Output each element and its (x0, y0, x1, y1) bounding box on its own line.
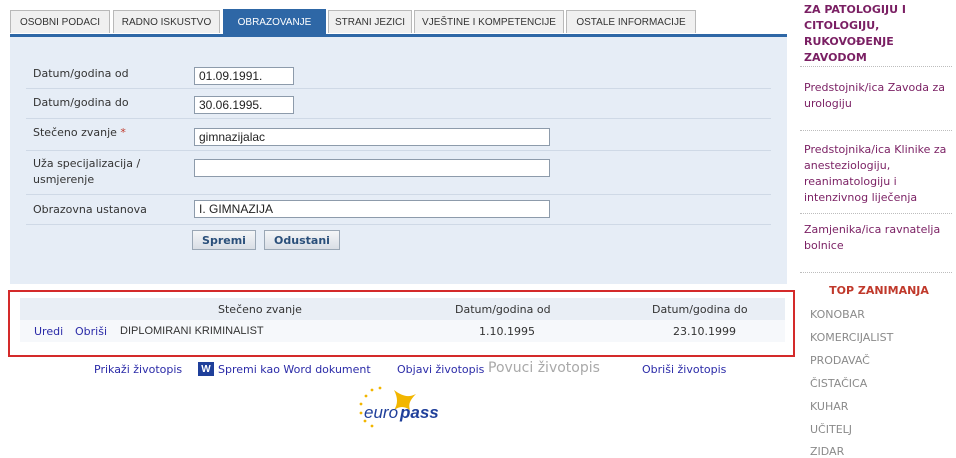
sidebar-divider (800, 272, 952, 273)
sidebar-divider (800, 213, 952, 214)
cancel-button[interactable]: Odustani (264, 230, 340, 250)
results-highlight-box (8, 290, 795, 357)
title-label: Stečeno zvanje * (33, 125, 126, 141)
job-link[interactable]: KOMERCIJALIST (810, 331, 893, 344)
form-row-date-from (26, 58, 771, 89)
europass-logo-text-pass: pass (399, 403, 439, 422)
title-input[interactable]: gimnazijalac (194, 128, 550, 146)
save-as-word-link[interactable]: Spremi kao Word dokument (218, 363, 371, 376)
tab-ostale-informacije[interactable]: OSTALE INFORMACIJE (566, 10, 696, 33)
job-link[interactable]: ČISTAČICA (810, 377, 867, 390)
sidebar-divider (800, 130, 952, 131)
title-label-text: Stečeno zvanje (33, 126, 117, 139)
specialization-label-line1: Uža specijalizacija / (33, 157, 141, 170)
tab-radno-iskustvo[interactable]: RADNO ISKUSTVO (113, 10, 220, 33)
form-row-date-to (26, 88, 771, 119)
specialization-input[interactable] (194, 159, 550, 177)
date-to-label: Datum/godina do (33, 96, 129, 109)
date-from-input[interactable]: 01.09.1991. (194, 67, 294, 85)
sidebar-link-anesteziologija[interactable]: Predstojnika/ica Klinike za anesteziolog… (804, 142, 954, 206)
tab-vjestine[interactable]: VJEŠTINE I KOMPETENCIJE (414, 10, 564, 33)
job-link[interactable]: KUHAR (810, 400, 848, 413)
specialization-label: Uža specijalizacija / usmjerenje (33, 156, 140, 188)
delete-cv-link[interactable]: Obriši životopis (642, 363, 726, 376)
institution-input[interactable]: I. GIMNAZIJA (194, 200, 550, 218)
sidebar-link-top[interactable]: ZA PATOLOGIJU I CITOLOGIJU, RUKOVOĐENJE … (804, 2, 954, 66)
sidebar-link-urologija[interactable]: Predstojnik/ica Zavoda za urologiju (804, 80, 954, 112)
save-button[interactable]: Spremi (192, 230, 256, 250)
top-jobs-title: TOP ZANIMANJA (829, 284, 929, 297)
tab-strani-jezici[interactable]: STRANI JEZICI (328, 10, 412, 33)
institution-label: Obrazovna ustanova (33, 203, 147, 216)
job-link[interactable]: ZIDAR (810, 445, 844, 458)
job-link[interactable]: PRODAVAČ (810, 354, 870, 367)
tab-osobni-podaci[interactable]: OSOBNI PODACI (10, 10, 110, 33)
europass-logo: euro pass (350, 382, 470, 432)
sidebar-divider (800, 66, 952, 67)
job-link[interactable]: UČITELJ (810, 423, 852, 436)
show-cv-link[interactable]: Prikaži životopis (94, 363, 182, 376)
sidebar-link-zamjenik[interactable]: Zamjenika/ica ravnatelja bolnice (804, 222, 954, 254)
date-from-label: Datum/godina od (33, 67, 129, 80)
required-marker: * (120, 126, 126, 139)
europass-logo-text-euro: euro (364, 403, 398, 422)
specialization-label-line2: usmjerenje (33, 173, 95, 186)
withdraw-cv-link: Povuci životopis (488, 360, 600, 376)
publish-cv-link[interactable]: Objavi životopis (397, 363, 484, 376)
date-to-input[interactable]: 30.06.1995. (194, 96, 294, 114)
word-document-icon[interactable]: W (198, 362, 214, 376)
tab-obrazovanje[interactable]: OBRAZOVANJE (223, 9, 326, 34)
europass-logo-graphic: euro pass (359, 386, 439, 428)
job-link[interactable]: KONOBAR (810, 308, 865, 321)
